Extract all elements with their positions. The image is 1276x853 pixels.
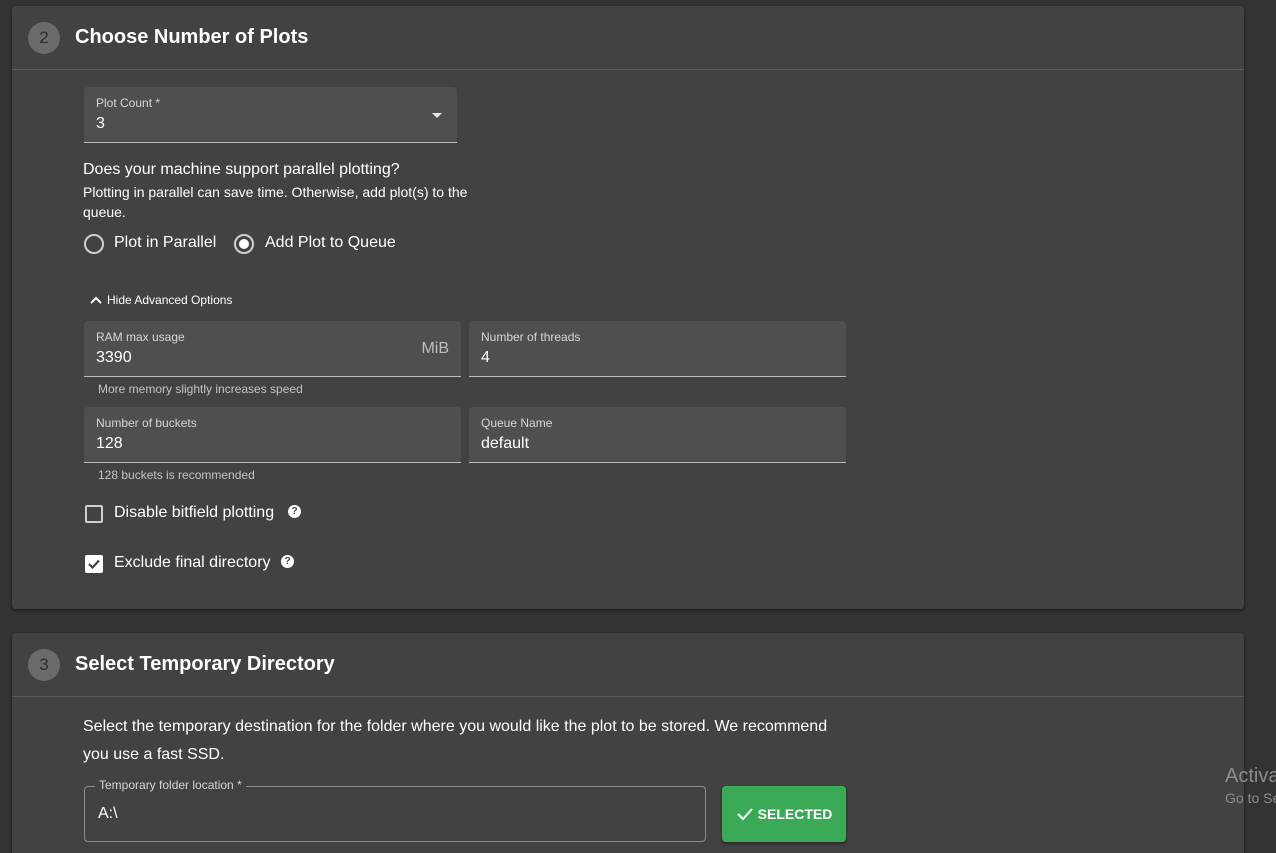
card-header: 2 Choose Number of Plots: [12, 6, 1244, 70]
number-of-threads-field[interactable]: Number of threads 4: [469, 321, 846, 377]
ram-unit: MiB: [421, 340, 449, 357]
activation-watermark-subtitle: Go to Se: [1225, 790, 1276, 806]
temp-directory-card: 3 Select Temporary Directory Select the …: [12, 633, 1244, 853]
step-number: 3: [28, 649, 60, 681]
queue-name-field[interactable]: Queue Name default: [469, 407, 846, 463]
threads-value: 4: [481, 349, 490, 366]
plot-count-select[interactable]: Plot Count * 3: [84, 87, 457, 143]
disable-bitfield-label[interactable]: Disable bitfield plotting: [114, 504, 274, 522]
dropdown-arrow-icon[interactable]: [432, 113, 442, 118]
ram-value: 3390: [96, 349, 132, 366]
plot-count-label: Plot Count *: [96, 96, 161, 110]
parallel-description: Plotting in parallel can save time. Othe…: [83, 184, 468, 220]
exclude-final-checkbox[interactable]: [85, 555, 103, 573]
temp-folder-value: A:\: [98, 805, 118, 822]
card-title: Select Temporary Directory: [75, 653, 335, 675]
buckets-value: 128: [96, 435, 123, 452]
activation-watermark-title: Activa: [1225, 765, 1276, 787]
disable-bitfield-checkbox[interactable]: [85, 505, 103, 523]
temp-folder-label: Temporary folder location *: [95, 778, 246, 792]
parallel-question: Does your machine support parallel plott…: [83, 161, 400, 178]
buckets-label: Number of buckets: [96, 416, 197, 430]
plot-in-parallel-radio[interactable]: [84, 234, 104, 254]
choose-plots-card: 2 Choose Number of Plots Plot Count * 3 …: [12, 6, 1244, 609]
add-plot-to-queue-radio[interactable]: [234, 234, 254, 254]
plot-count-value: 3: [96, 115, 105, 132]
step-number: 2: [28, 22, 60, 54]
help-icon[interactable]: ?: [281, 555, 294, 568]
card-title: Choose Number of Plots: [75, 26, 309, 48]
number-of-buckets-field[interactable]: Number of buckets 128: [84, 407, 461, 463]
temp-directory-description: Select the temporary destination for the…: [83, 718, 828, 763]
check-icon: [88, 559, 100, 570]
help-icon[interactable]: ?: [288, 505, 301, 518]
hide-advanced-options-label: Hide Advanced Options: [107, 293, 233, 307]
hide-advanced-options-button[interactable]: Hide Advanced Options: [90, 293, 232, 307]
ram-helper-text: More memory slightly increases speed: [98, 382, 303, 396]
chevron-up-icon: [90, 296, 102, 304]
card-header: 3 Select Temporary Directory: [12, 633, 1244, 697]
plot-in-parallel-label[interactable]: Plot in Parallel: [114, 234, 216, 252]
ram-label: RAM max usage: [96, 330, 185, 344]
ram-max-usage-field[interactable]: RAM max usage 3390 MiB: [84, 321, 461, 377]
queue-value: default: [481, 435, 530, 452]
selected-button[interactable]: SELECTED: [722, 786, 846, 842]
check-icon: [736, 808, 753, 821]
selected-button-label: SELECTED: [757, 806, 833, 822]
temp-folder-field[interactable]: Temporary folder location * A:\: [84, 778, 706, 842]
add-plot-to-queue-label[interactable]: Add Plot to Queue: [265, 234, 396, 252]
exclude-final-label[interactable]: Exclude final directory: [114, 554, 271, 572]
queue-label: Queue Name: [481, 416, 553, 430]
buckets-helper-text: 128 buckets is recommended: [98, 468, 255, 482]
threads-label: Number of threads: [481, 330, 581, 344]
